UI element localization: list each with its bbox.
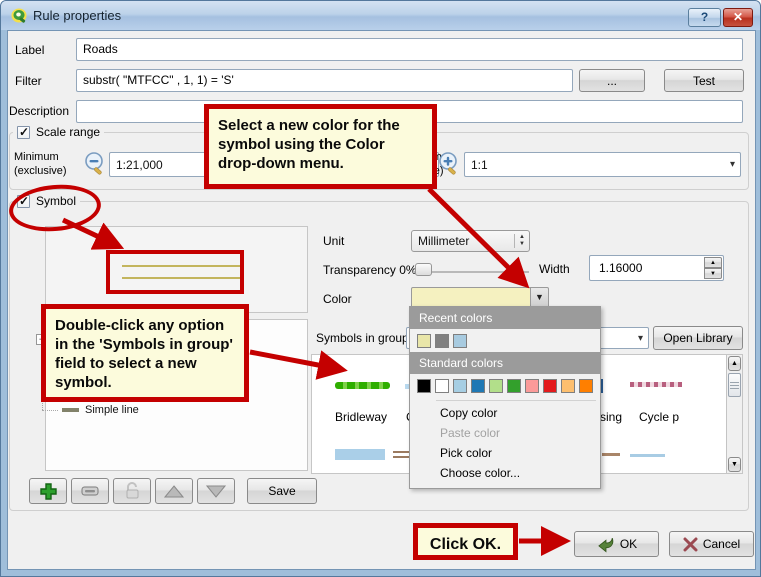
list-symbol-icon[interactable] (335, 449, 385, 460)
list-symbol-icon[interactable] (630, 454, 665, 457)
annotation-symbols-note: Double-click any option in the 'Symbols … (41, 304, 249, 402)
standard-colors-row (410, 374, 600, 397)
color-swatch[interactable] (507, 379, 521, 393)
scrollbar-thumb[interactable] (728, 373, 741, 397)
menu-separator (436, 400, 596, 401)
color-swatch[interactable] (525, 379, 539, 393)
spin-up-button[interactable]: ▲ (704, 257, 722, 268)
color-dropdown-arrow[interactable]: ▼ (531, 287, 549, 308)
symbols-in-group-label: Symbols in group (316, 331, 409, 345)
list-symbol-icon[interactable] (602, 453, 620, 456)
tree-line (42, 410, 58, 411)
scroll-down-button[interactable]: ▼ (728, 457, 741, 472)
rule-properties-window: Rule properties ? ✕ Label Roads Filter s… (0, 0, 761, 577)
list-item-label: Bridleway (335, 410, 388, 424)
recent-colors-header: Recent colors (410, 307, 600, 329)
move-up-button[interactable] (155, 478, 193, 504)
transparency-label: Transparency 0% (323, 263, 417, 277)
description-field-label: Description (9, 104, 70, 118)
standard-colors-header: Standard colors (410, 352, 600, 374)
recent-colors-row (410, 329, 600, 352)
width-spinbox[interactable]: 1.16000 ▲ ▼ (589, 255, 724, 281)
transparency-slider-handle[interactable] (415, 263, 432, 276)
plus-icon (39, 482, 57, 500)
annotation-ok-note: Click OK. (413, 523, 518, 560)
list-item-label: sing (600, 410, 623, 424)
menu-item-paste-color: Paste color (440, 426, 501, 440)
chevron-down-icon: ▾ (637, 332, 643, 344)
menu-item-choose-color[interactable]: Choose color... (410, 463, 600, 483)
expression-browse-button[interactable]: ... (579, 69, 645, 92)
filter-field[interactable]: substr( "MTFCC" , 1, 1) = 'S' (76, 69, 573, 92)
list-item-label: Cycle p (639, 410, 680, 424)
ok-arrow-icon (598, 537, 614, 552)
annotation-color-note: Select a new color for the symbol using … (204, 104, 437, 189)
tree-item-simple-line[interactable]: Simple line (85, 404, 139, 416)
color-swatch[interactable] (435, 334, 449, 348)
unit-label: Unit (323, 234, 345, 248)
titlebar[interactable]: Rule properties ? ✕ (1, 1, 760, 30)
color-label: Color (323, 292, 352, 306)
color-swatch[interactable] (417, 379, 431, 393)
window-title: Rule properties (33, 8, 122, 23)
unit-combo[interactable]: Millimeter ▲ ▼ (411, 230, 530, 252)
color-swatch[interactable] (543, 379, 557, 393)
color-swatch[interactable] (435, 379, 449, 393)
save-button[interactable]: Save (247, 478, 317, 504)
cancel-x-icon (683, 537, 698, 551)
cycle-path-symbol-icon[interactable] (630, 382, 682, 387)
width-label: Width (539, 262, 570, 276)
minus-icon (81, 486, 99, 496)
move-down-button[interactable] (197, 478, 235, 504)
add-symbol-layer-button[interactable] (29, 478, 67, 504)
updown-arrows-icon: ▲ ▼ (514, 234, 529, 248)
label-field[interactable]: Roads (76, 38, 743, 61)
menu-item-copy-color[interactable]: Copy color (410, 403, 600, 423)
help-button[interactable]: ? (688, 8, 721, 27)
minimum-label: Minimum (14, 151, 59, 163)
list-symbol-icon[interactable] (393, 451, 410, 458)
remove-symbol-layer-button[interactable] (71, 478, 109, 504)
bridleway-symbol-icon[interactable] (335, 382, 390, 389)
scale-range-checkbox[interactable] (17, 125, 30, 139)
annotation-preview-highlight-rect (106, 250, 244, 294)
color-swatch[interactable] (417, 334, 431, 348)
chevron-down-icon: ▾ (729, 159, 735, 170)
menu-item-pick-color[interactable]: Pick color (410, 443, 600, 463)
color-swatch[interactable] (453, 379, 467, 393)
color-swatch[interactable] (471, 379, 485, 393)
qgis-icon (11, 8, 27, 23)
unlock-icon (126, 482, 138, 499)
color-swatch[interactable] (561, 379, 575, 393)
color-menu: Recent colors Standard colors Copy color… (409, 306, 601, 489)
zoom-out-icon[interactable] (83, 151, 107, 177)
label-field-label: Label (15, 43, 45, 57)
zoom-in-icon[interactable] (437, 151, 461, 177)
ok-button[interactable]: OK (574, 531, 659, 557)
triangle-down-icon (206, 485, 226, 498)
lock-button[interactable] (113, 478, 151, 504)
color-swatch[interactable] (489, 379, 503, 393)
color-swatch[interactable] (453, 334, 467, 348)
test-button[interactable]: Test (664, 69, 744, 92)
open-library-button[interactable]: Open Library (653, 326, 743, 350)
spin-down-button[interactable]: ▼ (704, 268, 722, 279)
simple-line-icon (62, 408, 79, 412)
close-button[interactable]: ✕ (723, 8, 753, 27)
scroll-up-button[interactable]: ▲ (728, 356, 741, 371)
triangle-up-icon (164, 484, 184, 497)
color-swatch[interactable] (579, 379, 593, 393)
scrollbar[interactable]: ▲ ▼ (726, 355, 742, 473)
color-swatch-button[interactable] (411, 287, 531, 308)
maximum-scale-combo[interactable]: 1:1 ▾ (464, 152, 741, 177)
scale-range-title: Scale range (36, 125, 101, 139)
minimum-sublabel: (exclusive) (14, 165, 67, 177)
filter-field-label: Filter (15, 74, 42, 88)
cancel-button[interactable]: Cancel (669, 531, 754, 557)
